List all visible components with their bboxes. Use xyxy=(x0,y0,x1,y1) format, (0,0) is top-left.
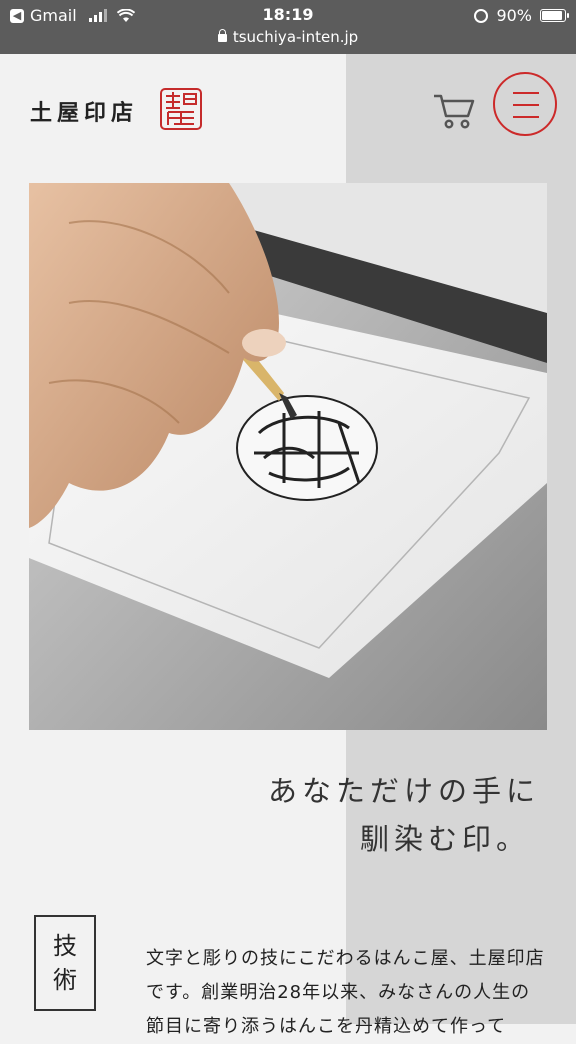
battery-percent: 90% xyxy=(496,6,532,25)
status-right: 90% xyxy=(474,6,569,25)
section-label-line: 術 xyxy=(53,966,77,994)
status-bar: ◀ Gmail 18:19 90% tsuchiya-inten.jp xyxy=(0,0,576,54)
technique-paragraph: 文字と彫りの技にこだわるはんこ屋、土屋印店です。創業明治28年以来、みなさんの人… xyxy=(146,948,545,1037)
section-label-technique: 技 術 xyxy=(34,915,96,1011)
section-label-line: 技 xyxy=(53,932,77,960)
hero-image xyxy=(29,183,547,730)
catch-copy-line1: あなただけの手に xyxy=(267,774,540,808)
url-bar[interactable]: tsuchiya-inten.jp xyxy=(0,28,576,46)
menu-icon-bar xyxy=(513,116,539,118)
menu-icon-bar xyxy=(513,104,539,106)
orientation-lock-icon xyxy=(474,8,489,23)
cart-icon[interactable] xyxy=(432,92,476,130)
url-text[interactable]: tsuchiya-inten.jp xyxy=(233,28,358,46)
menu-button[interactable] xyxy=(493,72,557,136)
catch-copy-line2: 馴染む印。 xyxy=(359,822,530,856)
padlock-icon xyxy=(217,29,227,42)
seal-logo-icon xyxy=(160,88,202,130)
battery-icon xyxy=(540,9,569,22)
menu-icon-bar xyxy=(513,92,539,94)
site-logo[interactable]: 土屋印店 xyxy=(30,95,138,127)
